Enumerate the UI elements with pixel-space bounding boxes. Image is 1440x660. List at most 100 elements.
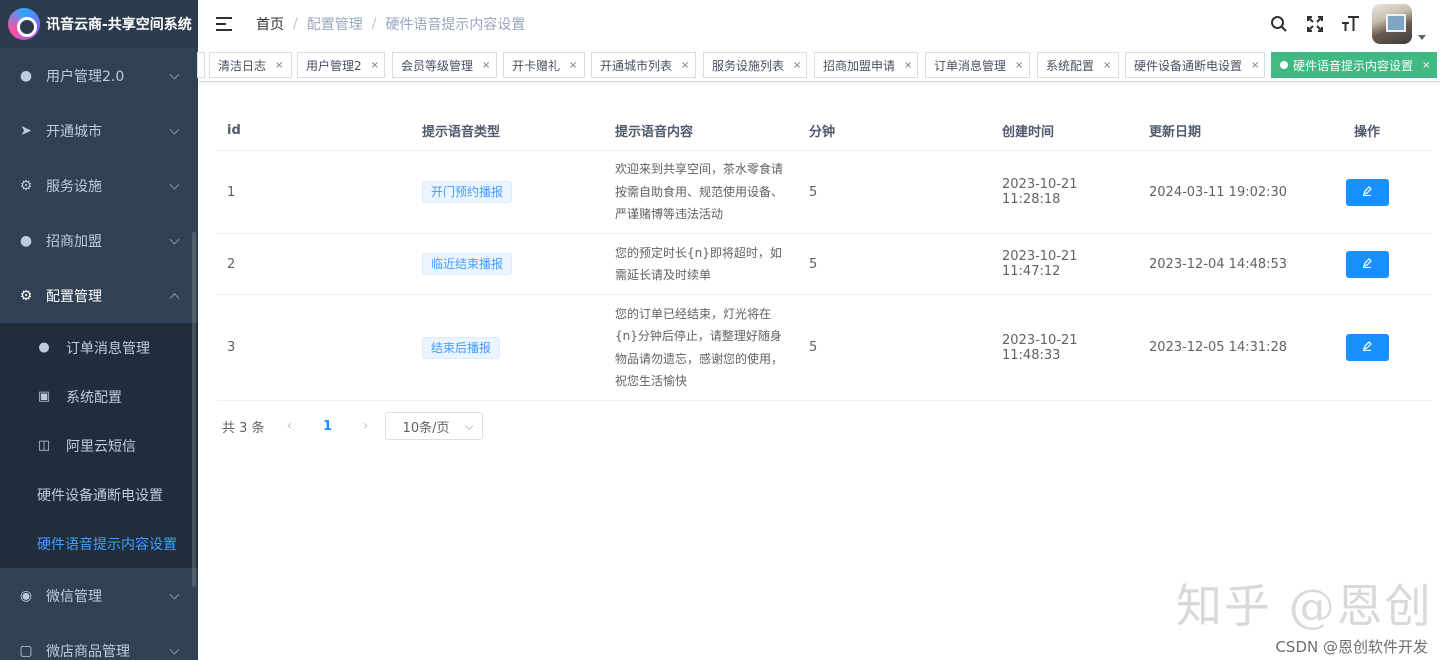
cell-content: 您的订单已经结束，灯光将在{n}分钟后停止，请整理好随身物品请勿遗忘，感谢您的使… [605, 303, 799, 393]
tag-voice-prompt-settings[interactable]: 硬件语音提示内容设置 × [1271, 52, 1437, 78]
close-icon[interactable]: × [681, 60, 689, 71]
app-title: 讯音云商-共享空间系统 [46, 17, 192, 33]
breadcrumb-current: 硬件语音提示内容设置 [385, 17, 526, 33]
menu-service-facilities[interactable]: ⚙ 服务设施 [0, 158, 198, 213]
watermark: 知乎 @恩创 [1176, 579, 1433, 633]
fullscreen-icon[interactable] [1297, 0, 1333, 48]
tag-label: 系统配置 [1046, 58, 1095, 73]
sidebar-scrollbar[interactable] [192, 232, 196, 587]
tag-member-levels[interactable]: 会员等级管理 × [392, 52, 497, 78]
hamburger-icon[interactable] [216, 17, 234, 31]
submenu-label: 硬件语音提示内容设置 [37, 536, 177, 553]
cell-type: 开门预约播报 [412, 181, 605, 203]
sidebar-item-system-config[interactable]: ▣ 系统配置 [0, 372, 198, 421]
users-icon: ● [19, 232, 33, 249]
close-icon[interactable]: × [569, 60, 577, 71]
next-page-button[interactable]: › [351, 418, 381, 434]
edit-button[interactable] [1345, 334, 1389, 361]
tag-card-gifts[interactable]: 开卡赠礼 × [503, 52, 585, 78]
sidebar-item-power-settings[interactable]: 硬件设备通断电设置 [0, 470, 198, 519]
close-icon[interactable]: × [371, 60, 379, 71]
menu-label: 微信管理 [46, 588, 102, 605]
box-icon: ▣ [37, 389, 51, 404]
sidebar-item-voice-prompt-settings[interactable]: 硬件语音提示内容设置 [0, 519, 198, 568]
chevron-up-icon [169, 292, 180, 303]
tag-order-messages[interactable]: 订单消息管理 × [925, 52, 1030, 78]
cell-updated: 2023-12-04 14:48:53 [1149, 256, 1288, 272]
breadcrumb-separator: / [371, 16, 377, 32]
close-icon[interactable]: × [482, 60, 490, 71]
active-dot-icon [1280, 61, 1288, 69]
content-text: 您的预定时长{n}即将超时，如需延长请及时续单 [615, 245, 782, 283]
sidebar-item-order-messages[interactable]: ● 订单消息管理 [0, 323, 198, 372]
breadcrumb-separator: / [293, 16, 298, 32]
table-header: id 提示语音类型 提示语音内容 分钟 创建时间 更新日期 操作 [217, 110, 1432, 151]
col-content: 提示语音内容 [615, 124, 694, 140]
menu-wechat-management[interactable]: ◉ 微信管理 [0, 568, 198, 623]
type-tag: 结束后播报 [422, 336, 501, 359]
tag-franchise-apply[interactable]: 招商加盟申请 × [814, 52, 918, 78]
cell-actions [1302, 334, 1432, 361]
col-id: id [227, 122, 241, 138]
tag-label: 招商加盟申请 [823, 58, 896, 73]
col-type: 提示语音类型 [422, 124, 501, 140]
tag-user-management2[interactable]: 用户管理2 × [297, 52, 385, 78]
type-tag: 临近结束播报 [422, 253, 513, 275]
page-size-select[interactable]: 10条/页 [384, 412, 483, 440]
menu-label: 开通城市 [46, 123, 102, 140]
cell-actions [1302, 250, 1432, 278]
submenu-label: 硬件设备通断电设置 [37, 487, 163, 504]
close-icon[interactable]: × [1422, 60, 1430, 71]
menu-label: 服务设施 [46, 178, 102, 195]
close-icon[interactable]: × [275, 60, 283, 71]
wechat-icon: ◉ [19, 587, 33, 604]
cell-minutes: 5 [809, 340, 818, 355]
tag-edge[interactable] [197, 52, 205, 78]
tag-label: 开卡赠礼 [512, 58, 561, 73]
avatar[interactable] [1372, 4, 1412, 44]
menu-label: 用户管理2.0 [46, 68, 125, 85]
config-submenu: ● 订单消息管理 ▣ 系统配置 ◫ 阿里云短信 硬件设备通断电设置 硬件语音提示… [0, 323, 198, 568]
col-minutes: 分钟 [809, 124, 836, 140]
table-row: 2 临近结束播报 您的预定时长{n}即将超时，如需延长请及时续单 5 2023-… [217, 234, 1432, 295]
close-icon[interactable]: × [1103, 60, 1111, 71]
tag-power-settings[interactable]: 硬件设备通断电设置 × [1125, 52, 1265, 78]
edit-button[interactable] [1345, 250, 1389, 278]
chevron-down-icon [169, 69, 180, 80]
tag-label: 服务设施列表 [712, 58, 785, 73]
font-size-icon[interactable] [1333, 0, 1369, 48]
close-icon[interactable]: × [793, 60, 801, 71]
sidebar-item-aliyun-sms[interactable]: ◫ 阿里云短信 [0, 421, 198, 470]
search-icon[interactable] [1261, 0, 1297, 48]
prev-page-button[interactable]: ‹ [275, 418, 305, 434]
table-row: 3 结束后播报 您的订单已经结束，灯光将在{n}分钟后停止，请整理好随身物品请勿… [217, 295, 1432, 401]
cell-created: 2023-10-21 11:47:12 [1002, 249, 1078, 279]
cell-type: 临近结束播报 [412, 253, 605, 275]
cell-type: 结束后播报 [412, 336, 605, 359]
cell-id: 2 [227, 256, 236, 272]
menu-user-management[interactable]: ● 用户管理2.0 [0, 48, 198, 103]
menu-label: 配置管理 [46, 288, 102, 305]
caret-down-icon[interactable] [1418, 34, 1426, 40]
page-number[interactable]: 1 [313, 419, 343, 434]
tag-facility-list[interactable]: 服务设施列表 × [703, 52, 807, 78]
submenu-label: 系统配置 [66, 389, 122, 406]
tag-city-list[interactable]: 开通城市列表 × [591, 52, 696, 78]
pagination: 共 3 条 ‹ 1 › 10条/页 [222, 412, 483, 440]
chevron-down-icon [169, 179, 180, 190]
menu-franchise[interactable]: ● 招商加盟 [0, 213, 198, 268]
tags-view: 清洁日志 × 用户管理2 × 会员等级管理 × 开卡赠礼 × 开通城市列表 × 服务设施列… [197, 52, 1440, 82]
close-icon[interactable]: × [1251, 60, 1259, 71]
menu-open-cities[interactable]: ➤ 开通城市 [0, 103, 198, 158]
tag-system-config[interactable]: 系统配置 × [1037, 52, 1119, 78]
app-logo[interactable]: 讯音云商-共享空间系统 [0, 0, 198, 48]
close-icon[interactable]: × [1015, 60, 1023, 71]
tag-label: 清洁日志 [218, 58, 267, 73]
menu-shop-products[interactable]: ▢ 微店商品管理 [0, 623, 198, 660]
edit-button[interactable] [1345, 178, 1389, 206]
menu-config-management[interactable]: ⚙ 配置管理 [0, 268, 198, 323]
breadcrumb-home[interactable]: 首页 [256, 14, 284, 34]
user-icon: ● [19, 67, 33, 84]
tag-cleaning-log[interactable]: 清洁日志 × [209, 52, 292, 78]
close-icon[interactable]: × [904, 60, 912, 71]
